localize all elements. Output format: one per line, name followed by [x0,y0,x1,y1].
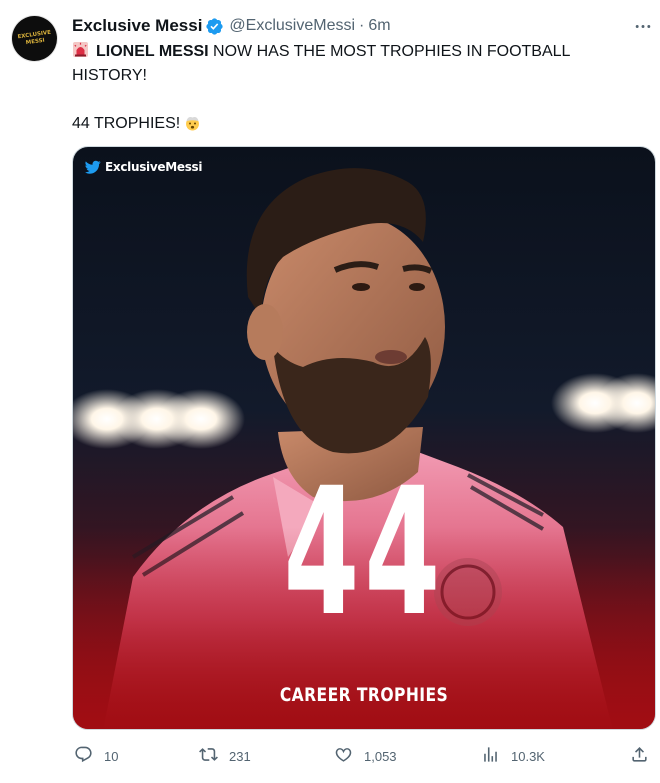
rotating-light-emoji [72,41,89,58]
retweet-icon [199,745,218,767]
twitter-bird-icon [85,159,101,175]
tweet-actions: 10 231 1,053 10.3K [72,744,652,768]
share-button[interactable] [630,744,649,768]
more-options-icon[interactable] [632,16,654,36]
share-icon [630,745,649,767]
reply-icon [74,745,93,767]
timestamp[interactable]: 6m [368,17,390,35]
retweet-count: 231 [229,748,251,764]
trophy-count: 44 [283,450,446,655]
like-button[interactable]: 1,053 [334,744,397,768]
verified-badge-icon [205,17,224,36]
retweet-button[interactable]: 231 [199,744,251,768]
tweet-bold-name: LIONEL MESSI [96,43,209,60]
separator-dot: · [359,17,365,34]
tweet-image[interactable]: ExclusiveMessi 44 CAREER TROPHIES [72,146,656,730]
display-name[interactable]: Exclusive Messi [72,16,202,36]
exploding-head-emoji [184,114,201,131]
reply-button[interactable]: 10 [74,744,118,768]
watermark: ExclusiveMessi [85,159,203,175]
tweet-card[interactable]: EXCLUSIVE MESSI Exclusive Messi @Exclusiv… [0,0,660,783]
analytics-icon [481,745,500,767]
views-button[interactable]: 10.3K [481,744,545,768]
heart-icon [334,745,353,767]
tweet-line2: 44 TROPHIES! [72,115,181,132]
career-trophies-label: CAREER TROPHIES [279,684,449,706]
watermark-text: ExclusiveMessi [105,160,203,174]
handle[interactable]: @ExclusiveMessi [229,17,355,35]
reply-count: 10 [104,748,119,764]
tweet-text: LIONEL MESSI NOW HAS THE MOST TROPHIES I… [72,40,647,136]
avatar[interactable]: EXCLUSIVE MESSI [12,16,57,61]
avatar-logo: EXCLUSIVE MESSI [16,29,52,46]
tweet-header: Exclusive Messi @ExclusiveMessi · 6m [72,14,391,38]
like-count: 1,053 [364,748,397,764]
views-count: 10.3K [511,748,545,764]
